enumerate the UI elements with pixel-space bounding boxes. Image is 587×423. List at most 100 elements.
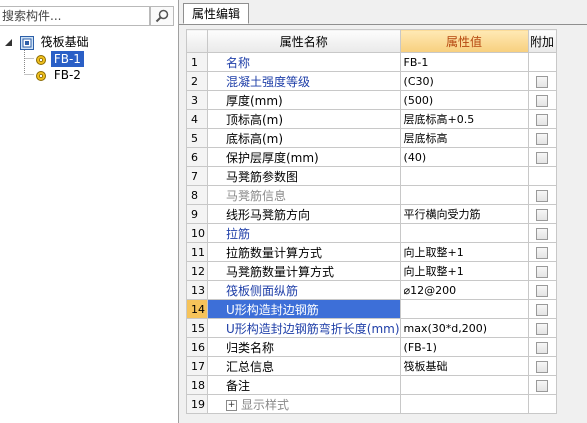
grid-header-row: 属性名称 属性值 附加 xyxy=(186,29,557,53)
attach-checkbox[interactable] xyxy=(536,132,549,145)
property-value[interactable]: 平行横向受力筋 xyxy=(399,204,529,224)
property-name-text: 底标高(m) xyxy=(226,131,284,146)
property-name[interactable]: 马凳筋数量计算方式 xyxy=(207,261,401,281)
property-value[interactable]: 向上取整+1 xyxy=(399,261,529,281)
attach-checkbox[interactable] xyxy=(536,75,549,88)
property-name[interactable]: 厚度(mm) xyxy=(207,90,401,110)
attach-checkbox[interactable] xyxy=(536,379,549,392)
table-row[interactable]: 5 底标高(m) 层底标高 xyxy=(186,128,557,148)
search-input[interactable] xyxy=(0,6,150,26)
table-row[interactable]: 4 顶标高(m) 层底标高+0.5 xyxy=(186,109,557,129)
table-row[interactable]: 11 拉筋数量计算方式 向上取整+1 xyxy=(186,242,557,262)
property-name-text: U形构造封边钢筋弯折长度(mm) xyxy=(226,321,400,336)
header-value[interactable]: 属性值 xyxy=(399,29,529,53)
attach-cell xyxy=(527,109,557,129)
property-name[interactable]: 筏板侧面纵筋 xyxy=(207,280,401,300)
table-row[interactable]: 18 备注 xyxy=(186,375,557,395)
table-row[interactable]: 6 保护层厚度(mm) (40) xyxy=(186,147,557,167)
property-value[interactable] xyxy=(399,375,529,395)
attach-checkbox[interactable] xyxy=(536,208,549,221)
property-name[interactable]: 马凳筋信息 xyxy=(207,185,401,205)
property-value[interactable] xyxy=(399,223,529,243)
property-name[interactable]: 底标高(m) xyxy=(207,128,401,148)
property-name[interactable]: 备注 xyxy=(207,375,401,395)
property-name[interactable]: 混凝土强度等级 xyxy=(207,71,401,91)
property-value[interactable]: FB-1 xyxy=(399,52,529,72)
attach-checkbox[interactable] xyxy=(536,189,549,202)
property-value[interactable] xyxy=(399,166,529,186)
attach-checkbox[interactable] xyxy=(536,151,549,164)
table-row[interactable]: 7 马凳筋参数图 xyxy=(186,166,557,186)
table-row[interactable]: 8 马凳筋信息 xyxy=(186,185,557,205)
row-number: 18 xyxy=(186,375,208,395)
property-value[interactable]: (C30) xyxy=(399,71,529,91)
header-name[interactable]: 属性名称 xyxy=(207,29,401,53)
attach-checkbox[interactable] xyxy=(536,227,549,240)
property-name[interactable]: 马凳筋参数图 xyxy=(207,166,401,186)
attach-checkbox[interactable] xyxy=(536,341,549,354)
property-name-text: 筏板侧面纵筋 xyxy=(226,283,299,298)
table-row[interactable]: 2 混凝土强度等级 (C30) xyxy=(186,71,557,91)
tab-property-editor[interactable]: 属性编辑 xyxy=(183,3,250,24)
table-row[interactable]: 14 U形构造封边钢筋 xyxy=(186,299,557,319)
attach-checkbox[interactable] xyxy=(536,360,549,373)
table-row[interactable]: 10 拉筋 xyxy=(186,223,557,243)
property-value[interactable]: (FB-1) xyxy=(399,337,529,357)
table-row[interactable]: 15 U形构造封边钢筋弯折长度(mm) max(30*d,200) xyxy=(186,318,557,338)
property-name[interactable]: U形构造封边钢筋弯折长度(mm) xyxy=(207,318,401,338)
property-value[interactable] xyxy=(399,394,529,414)
table-row[interactable]: 9 线形马凳筋方向 平行横向受力筋 xyxy=(186,204,557,224)
property-value[interactable]: 层底标高 xyxy=(399,128,529,148)
collapse-triangle-icon[interactable] xyxy=(4,38,13,47)
table-row[interactable]: 1 名称 FB-1 xyxy=(186,52,557,72)
expand-plus-icon[interactable]: + xyxy=(226,399,237,411)
attach-checkbox[interactable] xyxy=(536,322,549,335)
property-name-text: 拉筋 xyxy=(226,226,251,241)
attach-checkbox[interactable] xyxy=(536,303,549,316)
property-name[interactable]: U形构造封边钢筋 xyxy=(207,299,401,319)
attach-checkbox[interactable] xyxy=(536,246,549,259)
table-row[interactable]: 3 厚度(mm) (500) xyxy=(186,90,557,110)
table-row[interactable]: 17 汇总信息 筏板基础 xyxy=(186,356,557,376)
tree-root[interactable]: 筏板基础 xyxy=(4,34,92,50)
row-number: 10 xyxy=(186,223,208,243)
attach-checkbox[interactable] xyxy=(536,284,549,297)
property-value[interactable]: 向上取整+1 xyxy=(399,242,529,262)
row-number: 13 xyxy=(186,280,208,300)
property-value[interactable] xyxy=(399,185,529,205)
row-number: 8 xyxy=(186,185,208,205)
attach-cell xyxy=(527,375,557,395)
attach-checkbox[interactable] xyxy=(536,113,549,126)
header-attach[interactable]: 附加 xyxy=(527,29,557,53)
property-value[interactable]: (40) xyxy=(399,147,529,167)
table-row[interactable]: 12 马凳筋数量计算方式 向上取整+1 xyxy=(186,261,557,281)
property-name[interactable]: 拉筋 xyxy=(207,223,401,243)
row-number: 2 xyxy=(186,71,208,91)
property-value[interactable]: 层底标高+0.5 xyxy=(399,109,529,129)
property-value[interactable]: (500) xyxy=(399,90,529,110)
attach-checkbox[interactable] xyxy=(536,94,549,107)
property-name[interactable]: 归类名称 xyxy=(207,337,401,357)
property-value[interactable] xyxy=(399,299,529,319)
property-name-text: 顶标高(m) xyxy=(226,112,284,127)
property-name[interactable]: 名称 xyxy=(207,52,401,72)
attach-checkbox[interactable] xyxy=(536,265,549,278)
property-name[interactable]: 线形马凳筋方向 xyxy=(207,204,401,224)
property-name[interactable]: 保护层厚度(mm) xyxy=(207,147,401,167)
table-row[interactable]: 13 筏板侧面纵筋 ⌀12@200 xyxy=(186,280,557,300)
tree-item-fb-1[interactable]: FB-1 xyxy=(35,51,84,67)
property-name[interactable]: 顶标高(m) xyxy=(207,109,401,129)
row-number: 7 xyxy=(186,166,208,186)
tree-item-label: FB-1 xyxy=(50,51,84,67)
search-button[interactable] xyxy=(150,6,174,26)
row-number: 9 xyxy=(186,204,208,224)
tree-item-fb-2[interactable]: FB-2 xyxy=(35,67,84,83)
table-row[interactable]: 16 归类名称 (FB-1) xyxy=(186,337,557,357)
property-name[interactable]: 拉筋数量计算方式 xyxy=(207,242,401,262)
property-value[interactable]: max(30*d,200) xyxy=(399,318,529,338)
property-name[interactable]: + 显示样式 xyxy=(207,394,401,414)
property-value[interactable]: ⌀12@200 xyxy=(399,280,529,300)
property-name[interactable]: 汇总信息 xyxy=(207,356,401,376)
property-value[interactable]: 筏板基础 xyxy=(399,356,529,376)
table-row[interactable]: 19 + 显示样式 xyxy=(186,394,557,414)
